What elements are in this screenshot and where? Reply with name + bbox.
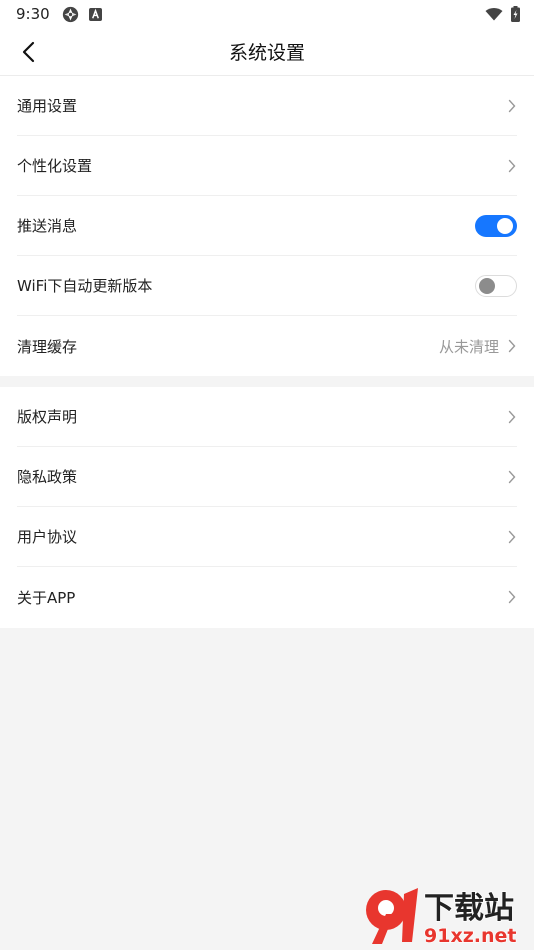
row-push-messages: 推送消息	[17, 196, 517, 256]
row-label: 隐私政策	[17, 468, 78, 486]
battery-icon	[511, 6, 520, 22]
status-time: 9:30	[16, 5, 50, 23]
row-right	[475, 214, 517, 237]
row-user-agreement[interactable]: 用户协议	[17, 507, 517, 567]
row-right	[507, 410, 517, 424]
watermark-text-domain: 91xz.net	[424, 925, 516, 946]
watermark-logo: 下载站 91xz.net	[366, 888, 517, 946]
toggle-knob	[497, 217, 513, 234]
chevron-right-icon	[508, 159, 516, 172]
chevron-right-icon	[508, 470, 516, 483]
wifi-icon	[485, 8, 503, 21]
page-title: 系统设置	[228, 42, 305, 64]
row-general-settings[interactable]: 通用设置	[17, 76, 517, 136]
nav-bar: 系统设置	[0, 28, 534, 76]
row-right	[507, 159, 517, 173]
row-right: 从未清理	[439, 336, 517, 357]
row-label: 个性化设置	[17, 157, 93, 175]
wifi-auto-update-toggle[interactable]	[475, 274, 517, 297]
chevron-right-icon	[508, 339, 516, 353]
row-clear-cache[interactable]: 清理缓存 从未清理	[17, 316, 517, 376]
row-right	[507, 99, 517, 113]
row-privacy-policy[interactable]: 隐私政策	[17, 447, 517, 507]
row-wifi-auto-update: WiFi下自动更新版本	[17, 256, 517, 316]
status-right-icons	[485, 6, 520, 22]
settings-group-general: 通用设置 个性化设置 推送消息 WiFi下自动更新版本 清理缓存 从未清理	[0, 76, 534, 376]
toggle-knob	[479, 277, 495, 294]
cache-status-value: 从未清理	[438, 337, 499, 356]
row-label: 关于APP	[17, 588, 76, 607]
app-a-icon	[88, 7, 102, 21]
chevron-right-icon	[508, 99, 516, 112]
row-personalization-settings[interactable]: 个性化设置	[17, 136, 517, 196]
settings-group-about: 版权声明 隐私政策 用户协议 关于APP	[0, 387, 534, 628]
status-bar: 9:30	[0, 0, 534, 28]
watermark-9-icon	[366, 888, 418, 944]
chevron-right-icon	[508, 410, 516, 423]
row-label: WiFi下自动更新版本	[17, 277, 153, 295]
row-label: 清理缓存	[17, 337, 78, 356]
chevron-right-icon	[508, 590, 516, 604]
row-about-app[interactable]: 关于APP	[17, 567, 517, 627]
row-right	[507, 590, 517, 604]
row-label: 推送消息	[17, 217, 78, 235]
row-label: 通用设置	[17, 97, 78, 115]
push-messages-toggle[interactable]	[475, 214, 517, 237]
chevron-right-icon	[508, 530, 516, 543]
android-system-icon	[62, 6, 78, 22]
row-right	[507, 530, 517, 544]
row-label: 版权声明	[17, 408, 78, 426]
row-right	[507, 470, 517, 484]
back-button[interactable]	[12, 36, 44, 68]
row-right	[475, 274, 517, 297]
row-label: 用户协议	[17, 528, 78, 546]
back-arrow-icon	[22, 41, 35, 63]
status-left-icons	[62, 6, 102, 23]
watermark-text-cn: 下载站	[424, 891, 514, 926]
row-copyright[interactable]: 版权声明	[17, 387, 517, 447]
